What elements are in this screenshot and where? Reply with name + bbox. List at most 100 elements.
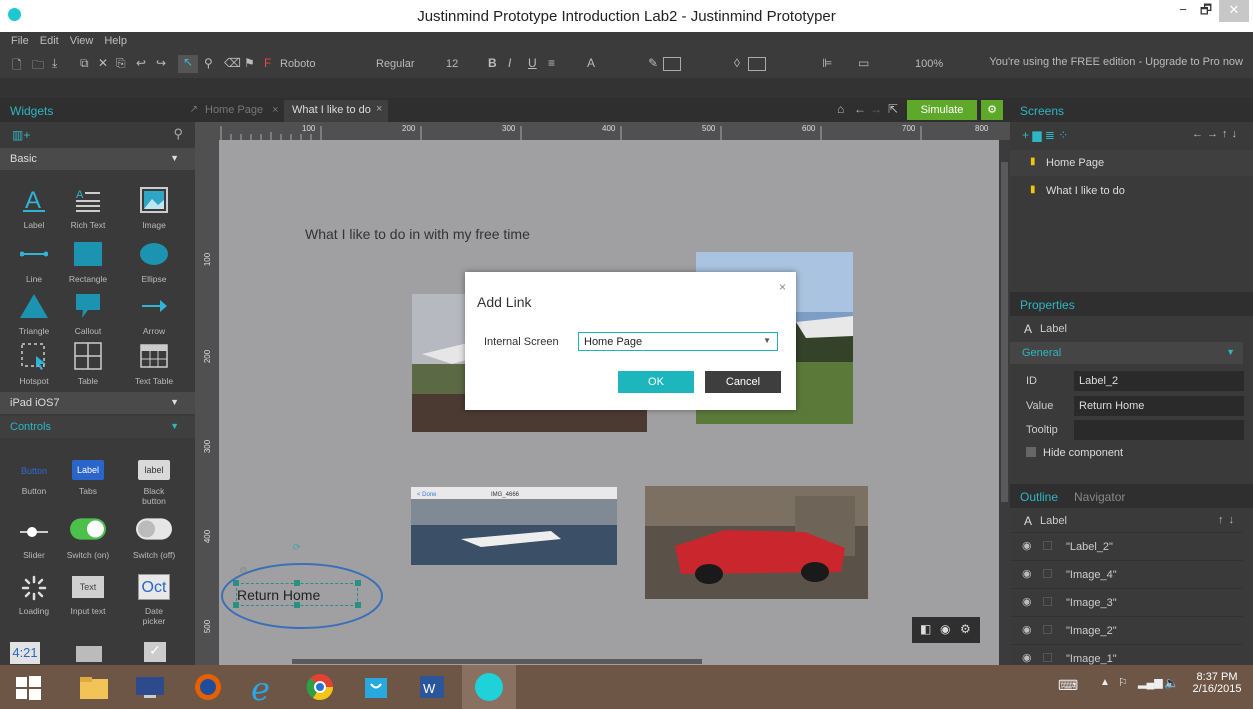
outline-tab[interactable]: Outline (1020, 490, 1058, 504)
cancel-button[interactable]: Cancel (705, 371, 781, 393)
outline-item-label-2[interactable]: ◉ "Label_2" (1010, 532, 1243, 559)
redo-icon[interactable]: ↪ (156, 56, 166, 70)
flag-icon[interactable]: ⚐ (1118, 676, 1128, 689)
lenovo-icon[interactable] (132, 669, 168, 705)
upgrade-link[interactable]: You're using the FREE edition - Upgrade … (989, 56, 1243, 68)
word-icon[interactable]: W (414, 669, 450, 705)
section-ipad-ios7[interactable]: iPad iOS7 ▼ (0, 392, 195, 414)
tab-what-i-like-to-do[interactable]: What I like to do × (284, 100, 388, 122)
property-id-input[interactable]: Label_2 (1074, 371, 1244, 391)
align-icon[interactable]: ≡ (548, 56, 555, 70)
fill-icon[interactable]: ◊ (734, 56, 740, 70)
speedboat-photo[interactable]: < Done IMG_4666 (411, 487, 617, 565)
ok-button[interactable]: OK (618, 371, 694, 393)
property-value-input[interactable]: Return Home (1074, 396, 1244, 416)
expand-icon[interactable]: ⇱ (888, 102, 898, 116)
forward-arrow-icon[interactable]: → (870, 102, 882, 116)
widget-line[interactable]: Line (6, 238, 62, 292)
font-family-select[interactable]: Roboto (280, 58, 315, 70)
eye-icon[interactable]: ◉ (1022, 539, 1032, 552)
simulate-settings-gear-icon[interactable]: ⚙ (981, 100, 1003, 120)
font-size-select[interactable]: 12 (446, 58, 458, 70)
simulate-button[interactable]: Simulate (907, 100, 977, 120)
widget-slider[interactable]: Slider (6, 516, 62, 570)
chrome-icon[interactable] (302, 669, 338, 705)
widget-tabs[interactable]: Label Tabs (60, 456, 116, 510)
menu-edit[interactable]: Edit (40, 35, 59, 47)
reorder-arrows-icon[interactable]: ↑↓ (1218, 514, 1239, 526)
widget-arrow[interactable]: Arrow (126, 290, 182, 344)
text-color-button[interactable]: A (587, 56, 595, 70)
lock-checkbox[interactable] (1043, 569, 1052, 578)
red-car-photo[interactable] (645, 486, 868, 599)
hide-component-checkbox[interactable] (1026, 447, 1036, 457)
canvas-scrollbar[interactable] (999, 140, 1010, 665)
widget-table[interactable]: Table (60, 340, 116, 394)
cut-icon[interactable]: ✕ (98, 56, 108, 70)
widget-loading[interactable]: Loading (6, 572, 62, 626)
select-tool-icon[interactable]: ↖ (178, 55, 198, 73)
screen-item-home[interactable]: ▮ Home Page (1010, 150, 1253, 176)
close-icon[interactable]: × (376, 103, 382, 115)
section-basic[interactable]: Basic ▼ (0, 148, 195, 170)
keyboard-icon[interactable]: ⌨ (1058, 677, 1078, 694)
widget-triangle[interactable]: Triangle (6, 290, 62, 344)
widget-black-button[interactable]: label Black button (126, 456, 182, 510)
property-tooltip-input[interactable] (1074, 420, 1244, 440)
eraser-icon[interactable]: ⌫ (224, 56, 241, 70)
dropdown-widget-preview[interactable] (76, 646, 102, 662)
file-explorer-icon[interactable] (76, 669, 112, 705)
maximize-button[interactable]: 🗗 (1195, 0, 1217, 22)
screen-item-what-i-like[interactable]: ▮ What I like to do (1010, 178, 1253, 204)
menu-view[interactable]: View (70, 35, 94, 47)
tray-chevron-icon[interactable]: ▲ (1100, 677, 1110, 688)
checkbox-widget-preview[interactable]: ✓ (144, 642, 166, 662)
eye-icon[interactable]: ◉ (1022, 623, 1032, 636)
screen-order-arrows-icon[interactable]: ←→↑↓ (1192, 128, 1241, 140)
gear-icon[interactable]: ⚙ (960, 622, 971, 636)
fill-color-swatch[interactable] (748, 57, 766, 71)
layout-icon[interactable]: ◧ (920, 622, 931, 636)
widget-button[interactable]: Button Button (6, 456, 62, 510)
zoom-tool-icon[interactable]: ⚲ (204, 56, 213, 70)
arrange-icon[interactable]: ▭ (858, 56, 869, 70)
close-icon[interactable]: × (272, 104, 278, 116)
new-icon[interactable]: 🗋 (12, 56, 22, 77)
search-icon[interactable]: ⚲ (173, 126, 183, 142)
lock-checkbox[interactable] (1043, 653, 1052, 662)
widget-rectangle[interactable]: Rectangle (60, 238, 116, 292)
widget-text-table[interactable]: Text Table (126, 340, 182, 394)
firefox-icon[interactable] (190, 669, 226, 705)
lock-checkbox[interactable] (1043, 541, 1052, 550)
pencil-icon[interactable]: ✎ (648, 56, 658, 70)
section-controls[interactable]: Controls ▼ (0, 416, 195, 438)
tab-home-page[interactable]: Home Page × (205, 104, 279, 116)
close-window-button[interactable]: ✕ (1219, 0, 1249, 22)
horizontal-scrollbar-thumb[interactable] (292, 659, 702, 664)
collapse-panel-icon[interactable]: ↗ (190, 104, 198, 115)
eye-icon[interactable]: ◉ (1022, 567, 1032, 580)
internal-screen-select[interactable]: Home Page ▼ (578, 332, 778, 351)
properties-general-section[interactable]: General ▼ (1010, 342, 1243, 364)
copy-icon[interactable]: ⧉ (80, 56, 89, 71)
widget-hotspot[interactable]: Hotspot (6, 340, 62, 394)
widget-callout[interactable]: Callout (60, 290, 116, 344)
widget-ellipse[interactable]: Ellipse (126, 238, 182, 292)
undo-icon[interactable]: ↩ (136, 56, 146, 70)
justinmind-taskbar-button[interactable] (462, 665, 516, 709)
widget-rich-text[interactable]: A Rich Text (60, 184, 116, 238)
outline-item-image-2[interactable]: ◉ "Image_2" (1010, 616, 1243, 643)
lock-checkbox[interactable] (1043, 597, 1052, 606)
widget-switch-on[interactable]: Switch (on) (60, 516, 116, 570)
bold-button[interactable]: B (488, 56, 497, 70)
widget-input-text[interactable]: Text Input text (60, 572, 116, 626)
home-icon[interactable]: ⌂ (837, 102, 844, 116)
outline-root-row[interactable]: A Label ↑↓ (1010, 510, 1253, 532)
time-widget-preview[interactable]: 4:21 (10, 642, 40, 664)
outline-item-image-3[interactable]: ◉ "Image_3" (1010, 588, 1243, 615)
minimize-button[interactable]: − (1172, 0, 1194, 22)
outline-item-image-4[interactable]: ◉ "Image_4" (1010, 560, 1243, 587)
zoom-select[interactable]: 100% (915, 58, 943, 70)
menu-help[interactable]: Help (104, 35, 127, 47)
widget-library-icon[interactable]: ▥+ (12, 128, 30, 142)
